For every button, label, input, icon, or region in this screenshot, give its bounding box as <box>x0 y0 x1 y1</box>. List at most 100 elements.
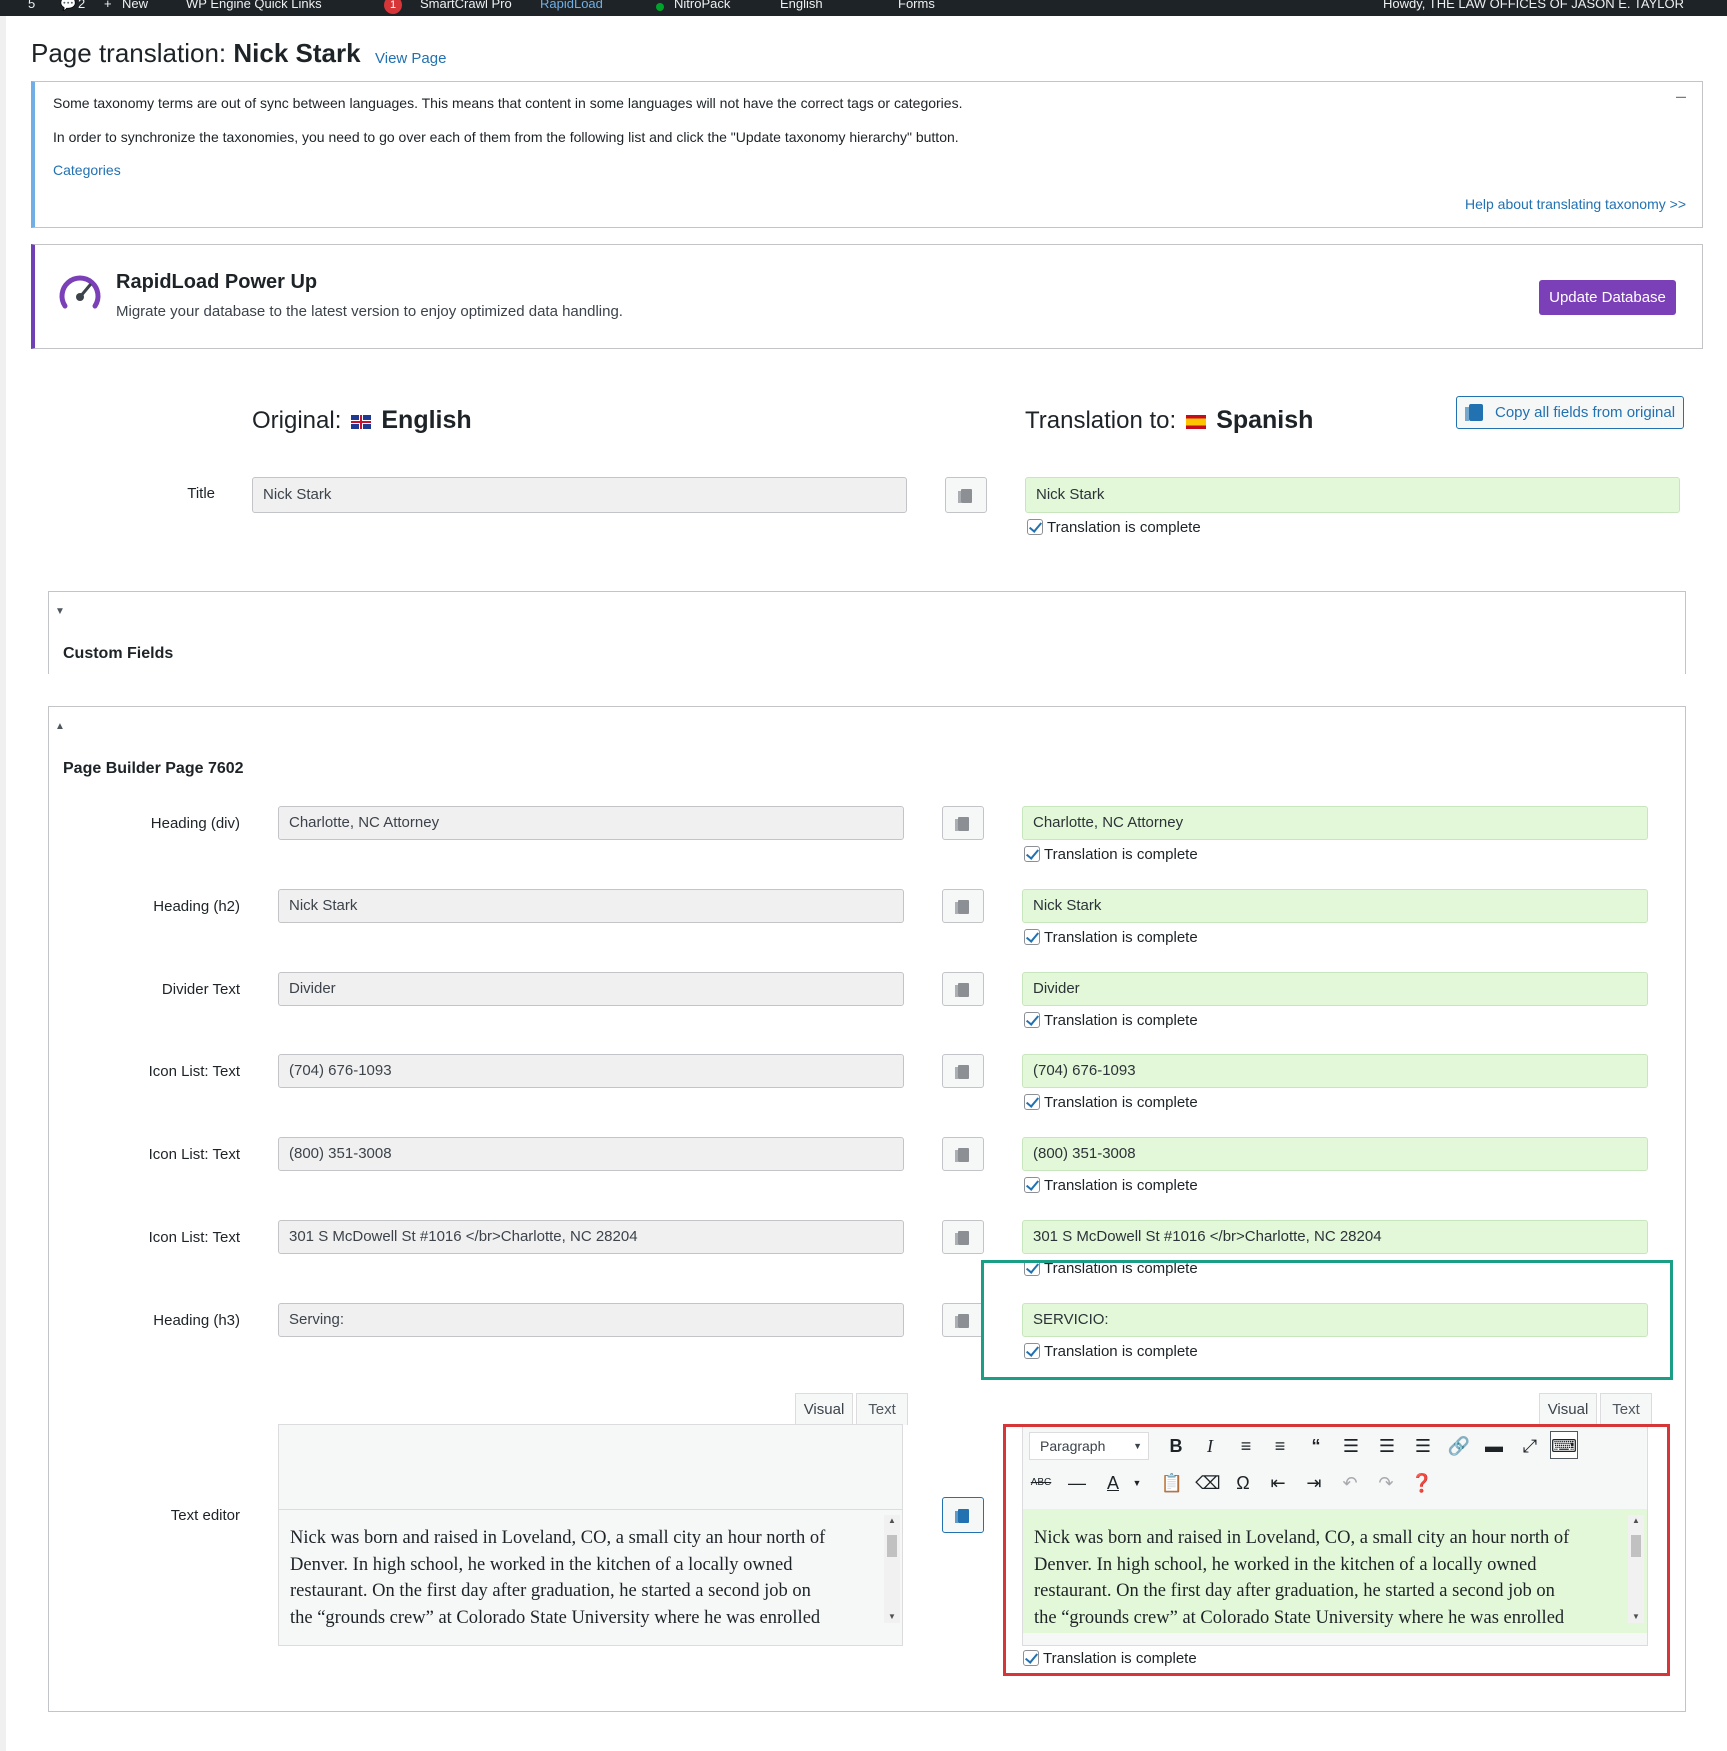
original-editor-scrollbar[interactable]: ▲ ▼ <box>884 1515 900 1623</box>
translation-field[interactable]: Divider <box>1022 972 1648 1006</box>
page-title-prefix: Page translation: <box>31 38 227 68</box>
copy-field-button[interactable] <box>942 1137 984 1171</box>
help-taxonomy-link[interactable]: Help about translating taxonomy >> <box>1465 196 1686 212</box>
original-tab-text[interactable]: Text <box>856 1393 908 1425</box>
copy-all-label: Copy all fields from original <box>1495 404 1676 421</box>
translation-complete-checkbox[interactable]: Translation is complete <box>1024 1012 1198 1029</box>
expand-triangle-icon[interactable]: ▲ <box>55 721 65 732</box>
plus-icon: + <box>104 0 112 11</box>
original-text-editor: Nick was born and raised in Loveland, CO… <box>278 1424 903 1646</box>
checkbox-icon <box>1024 846 1040 862</box>
highlight-box-green <box>981 1260 1673 1380</box>
editor-line: Nick was born and raised in Loveland, CO… <box>290 1528 826 1548</box>
translation-language-heading: Translation to: Spanish <box>1025 406 1313 435</box>
update-database-button[interactable]: Update Database <box>1539 280 1676 315</box>
text-editor-label: Text editor <box>170 1507 240 1524</box>
page-title: Page translation: Nick Stark <box>31 38 361 69</box>
taxonomy-notice: Some taxonomy terms are out of sync betw… <box>31 81 1703 228</box>
notification-badge: 1 <box>384 0 403 14</box>
original-language-heading: Original: English <box>252 406 472 435</box>
translation-language: Spanish <box>1216 406 1314 434</box>
copy-icon <box>958 489 972 503</box>
spain-flag-icon <box>1186 415 1207 429</box>
original-field: Charlotte, NC Attorney <box>278 806 904 840</box>
field-label: Heading (h3) <box>153 1312 240 1329</box>
page-builder-title: Page Builder Page 7602 <box>63 760 244 777</box>
copy-icon <box>955 817 969 831</box>
view-page-link[interactable]: View Page <box>375 50 446 67</box>
comment-icon[interactable]: 💬 <box>60 0 76 13</box>
copy-title-button[interactable] <box>945 477 987 513</box>
copy-field-button[interactable] <box>942 972 984 1006</box>
translation-field[interactable]: 301 S McDowell St #1016 </br>Charlotte, … <box>1022 1220 1648 1254</box>
admin-bar-new[interactable]: New <box>122 0 148 13</box>
admin-bar-forms[interactable]: Forms <box>898 0 935 13</box>
translation-complete-checkbox[interactable]: Translation is complete <box>1024 1177 1198 1194</box>
copy-field-button[interactable] <box>942 806 984 840</box>
complete-label: Translation is complete <box>1044 929 1198 946</box>
checkbox-icon <box>1024 1177 1040 1193</box>
collapse-triangle-icon[interactable]: ▼ <box>55 606 65 617</box>
original-field: Nick Stark <box>278 889 904 923</box>
copy-all-fields-button[interactable]: Copy all fields from original <box>1456 396 1684 429</box>
admin-bar-language[interactable]: English <box>780 0 823 13</box>
complete-label: Translation is complete <box>1044 1177 1198 1194</box>
admin-bar-wpengine[interactable]: WP Engine Quick Links <box>186 0 322 13</box>
editor-line: Denver. In high school, he worked in the… <box>290 1554 793 1575</box>
original-field: 301 S McDowell St #1016 </br>Charlotte, … <box>278 1220 904 1254</box>
admin-bar-smartcrawl[interactable]: SmartCrawl Pro <box>420 0 512 13</box>
scroll-thumb[interactable] <box>887 1535 897 1557</box>
custom-fields-panel: ▼ Custom Fields <box>48 591 1686 674</box>
rapidload-notice: RapidLoad Power Up Migrate your database… <box>31 244 1703 349</box>
field-label: Icon List: Text <box>148 1146 240 1163</box>
admin-bar-comments[interactable]: 2 <box>78 0 85 13</box>
copy-field-button[interactable] <box>942 1303 984 1337</box>
title-complete-checkbox[interactable]: Translation is complete <box>1027 519 1201 536</box>
title-label: Title <box>187 485 215 502</box>
scroll-up-icon[interactable]: ▲ <box>884 1515 900 1527</box>
translation-complete-checkbox[interactable]: Translation is complete <box>1024 929 1198 946</box>
field-label: Icon List: Text <box>148 1229 240 1246</box>
title-translation-field[interactable]: Nick Stark <box>1025 477 1680 513</box>
page-title-name: Nick Stark <box>233 38 361 68</box>
admin-bar-updates[interactable]: 5 <box>28 0 35 13</box>
copy-text-editor-button[interactable] <box>942 1497 984 1533</box>
title-original-field: Nick Stark <box>252 477 907 513</box>
translation-tab-visual[interactable]: Visual <box>1539 1393 1597 1425</box>
admin-bar-rapidload[interactable]: RapidLoad <box>540 0 603 13</box>
categories-link[interactable]: Categories <box>53 162 121 178</box>
translation-field[interactable]: Charlotte, NC Attorney <box>1022 806 1648 840</box>
checkbox-icon <box>1024 1094 1040 1110</box>
original-field: (800) 351-3008 <box>278 1137 904 1171</box>
admin-bar-howdy[interactable]: Howdy, THE LAW OFFICES OF JASON E. TAYLO… <box>1383 0 1684 13</box>
editor-line: the “grounds crew” at Colorado State Uni… <box>290 1607 821 1628</box>
copy-field-button[interactable] <box>942 1220 984 1254</box>
admin-bar: 5 💬 2 + New WP Engine Quick Links 1 Smar… <box>0 0 1727 16</box>
copy-icon <box>955 1231 969 1245</box>
copy-icon <box>955 1148 969 1162</box>
translation-complete-checkbox[interactable]: Translation is complete <box>1024 1094 1198 1111</box>
translation-field[interactable]: Nick Stark <box>1022 889 1648 923</box>
copy-icon <box>955 1509 969 1523</box>
original-tab-visual[interactable]: Visual <box>795 1393 853 1425</box>
uk-flag-icon <box>351 415 372 429</box>
translation-tab-text[interactable]: Text <box>1600 1393 1652 1425</box>
dismiss-icon[interactable]: – <box>1676 86 1686 107</box>
notice-line-1: Some taxonomy terms are out of sync betw… <box>53 95 963 111</box>
scroll-down-icon[interactable]: ▼ <box>884 1611 900 1623</box>
translation-complete-checkbox[interactable]: Translation is complete <box>1024 846 1198 863</box>
admin-bar-notification[interactable]: 1 <box>380 0 403 14</box>
copy-icon <box>1465 404 1483 421</box>
complete-label: Translation is complete <box>1047 519 1201 536</box>
translation-field[interactable]: (800) 351-3008 <box>1022 1137 1648 1171</box>
field-label: Heading (h2) <box>153 898 240 915</box>
admin-menu-edge <box>0 16 6 1751</box>
copy-icon <box>955 983 969 997</box>
translation-field[interactable]: (704) 676-1093 <box>1022 1054 1648 1088</box>
original-language: English <box>381 406 472 434</box>
copy-field-button[interactable] <box>942 1054 984 1088</box>
admin-bar-nitropack[interactable]: NitroPack <box>674 0 730 13</box>
copy-icon <box>955 900 969 914</box>
checkbox-icon <box>1024 1012 1040 1028</box>
copy-field-button[interactable] <box>942 889 984 923</box>
